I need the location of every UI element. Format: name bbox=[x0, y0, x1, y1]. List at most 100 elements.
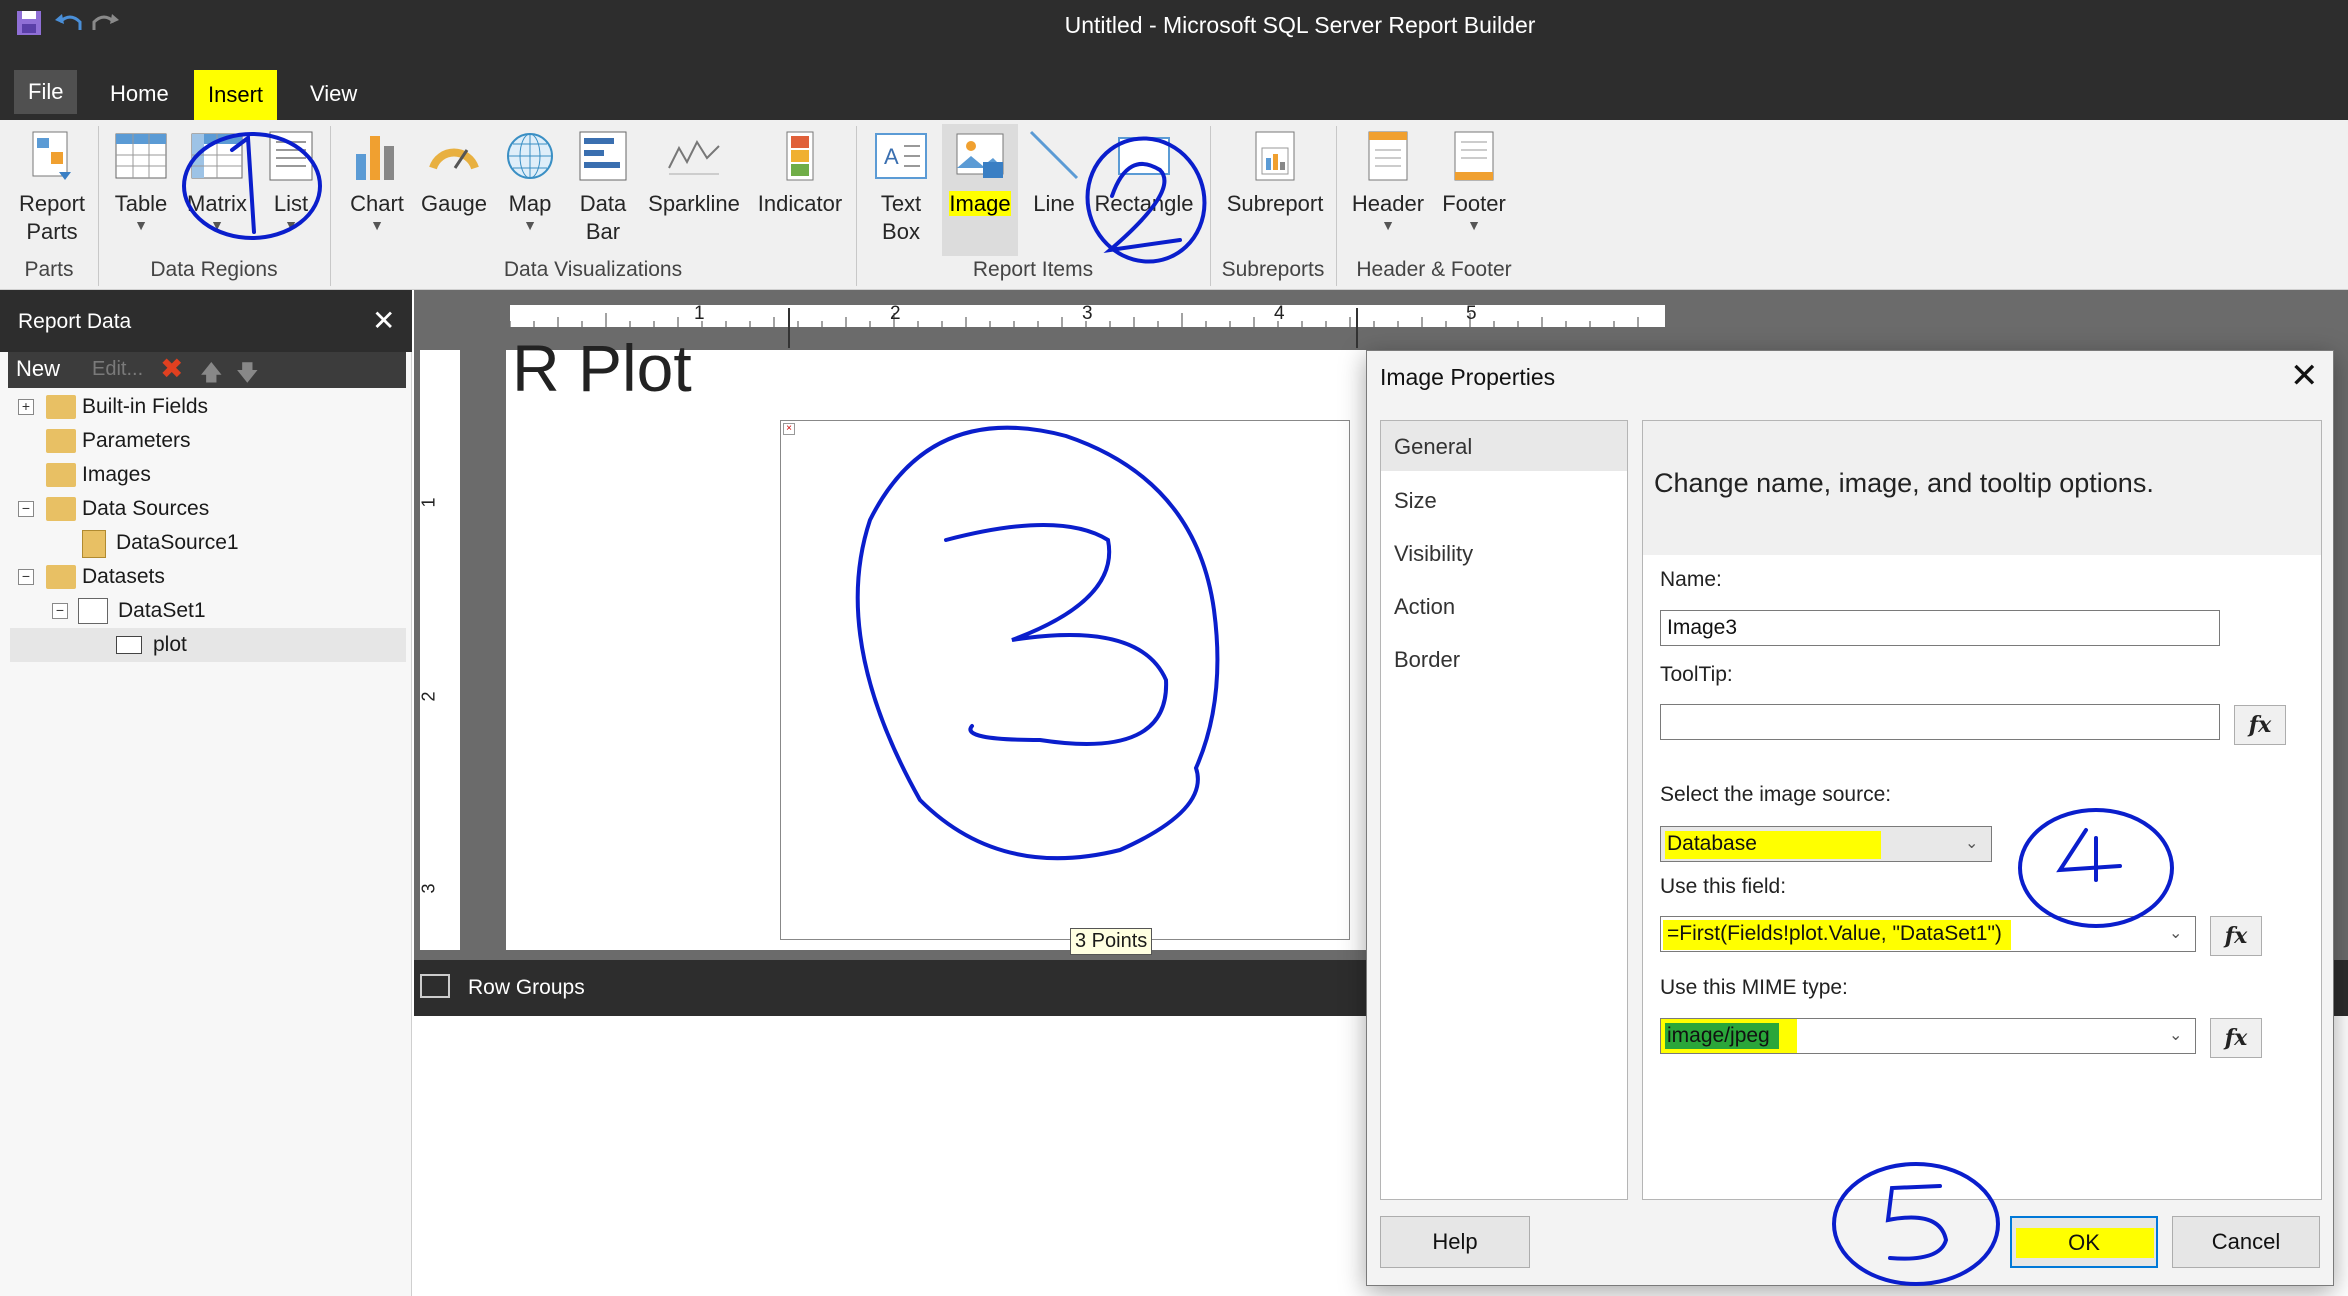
image-placeholder[interactable]: × bbox=[780, 420, 1350, 940]
name-label: Name: bbox=[1660, 568, 1722, 591]
collapse-icon[interactable]: − bbox=[52, 603, 68, 619]
tab-insert[interactable]: Insert bbox=[194, 70, 278, 120]
tab-view[interactable]: View bbox=[296, 72, 371, 116]
ribbon-label: Matrix bbox=[187, 191, 247, 216]
subreport-button[interactable]: Subreport bbox=[1220, 124, 1330, 218]
tab-home[interactable]: Home bbox=[96, 72, 183, 116]
dropdown-caret-icon: ▼ bbox=[523, 217, 537, 233]
data-bar-button[interactable]: Data Bar bbox=[570, 124, 636, 246]
table-icon bbox=[115, 133, 167, 179]
image-source-value: Database bbox=[1667, 832, 1757, 855]
nav-general[interactable]: General bbox=[1394, 434, 1472, 460]
chevron-down-icon: ⌄ bbox=[2169, 925, 2183, 942]
mime-type-value: image/jpeg bbox=[1667, 1024, 1770, 1047]
ruler-marker bbox=[1356, 308, 1358, 348]
dialog-title: Image Properties bbox=[1380, 364, 1556, 390]
edit-button[interactable]: Edit... bbox=[92, 358, 143, 381]
nav-size[interactable]: Size bbox=[1394, 488, 1437, 514]
indicator-button[interactable]: Indicator bbox=[752, 124, 848, 218]
indicator-icon bbox=[786, 131, 814, 181]
move-up-icon[interactable]: 🡅 bbox=[200, 356, 223, 394]
tree-label: Images bbox=[82, 463, 151, 486]
expand-icon[interactable]: + bbox=[18, 399, 34, 415]
mime-type-select[interactable]: image/jpeg ⌄ bbox=[1660, 1018, 2196, 1054]
nav-action[interactable]: Action bbox=[1394, 594, 1455, 620]
collapse-icon[interactable]: − bbox=[18, 569, 34, 585]
use-field-label: Use this field: bbox=[1660, 875, 1787, 898]
ok-button[interactable]: OK bbox=[2010, 1216, 2158, 1268]
ribbon-label: Indicator bbox=[757, 191, 843, 216]
image-icon bbox=[956, 133, 1004, 178]
ribbon-label: Report bbox=[18, 191, 86, 216]
ruler-label: 1 bbox=[418, 497, 439, 508]
tooltip-field[interactable] bbox=[1660, 704, 2220, 740]
close-icon[interactable]: ✕ bbox=[2290, 356, 2319, 396]
list-icon bbox=[269, 131, 313, 181]
line-button[interactable]: Line bbox=[1024, 124, 1084, 218]
delete-icon[interactable]: ✖ bbox=[160, 354, 183, 384]
tree-label: Built-in Fields bbox=[82, 395, 209, 418]
field-expression-button[interactable]: fx bbox=[2210, 916, 2262, 956]
collapse-icon[interactable]: − bbox=[18, 501, 34, 517]
ribbon-label: Image bbox=[949, 191, 1011, 216]
chevron-down-icon: ⌄ bbox=[1965, 835, 1979, 852]
table-button[interactable]: Table ▼ bbox=[106, 124, 176, 232]
chart-button[interactable]: Chart ▼ bbox=[340, 124, 414, 232]
vertical-ruler bbox=[420, 350, 460, 950]
footer-button[interactable]: Footer ▼ bbox=[1432, 124, 1516, 232]
tree-label: Data Sources bbox=[82, 497, 210, 520]
list-button[interactable]: List ▼ bbox=[258, 124, 324, 232]
move-down-icon[interactable]: 🡇 bbox=[236, 356, 259, 394]
dropdown-caret-icon: ▼ bbox=[1467, 217, 1481, 233]
matrix-icon bbox=[191, 133, 243, 179]
report-parts-button[interactable]: Report Parts bbox=[10, 124, 94, 246]
nav-border[interactable]: Border bbox=[1394, 647, 1460, 673]
dialog-nav bbox=[1380, 420, 1628, 1200]
dropdown-caret-icon: ▼ bbox=[370, 217, 384, 233]
rectangle-icon bbox=[1118, 137, 1170, 175]
broken-image-icon: × bbox=[783, 423, 795, 435]
image-button[interactable]: Image bbox=[942, 124, 1018, 256]
group-label: Subreports bbox=[1221, 258, 1325, 281]
help-button[interactable]: Help bbox=[1380, 1216, 1530, 1268]
new-button[interactable]: New bbox=[16, 356, 60, 382]
image-source-select[interactable]: Database ⌄ bbox=[1660, 826, 1992, 862]
text-box-icon: A bbox=[875, 133, 927, 179]
tab-file[interactable]: File bbox=[14, 70, 78, 114]
ruler-label: 5 bbox=[1466, 303, 1477, 324]
tooltip-expression-button[interactable]: fx bbox=[2234, 705, 2286, 745]
mime-expression-button[interactable]: fx bbox=[2210, 1018, 2262, 1058]
cancel-button[interactable]: Cancel bbox=[2172, 1216, 2320, 1268]
ribbon-label: Text bbox=[880, 191, 922, 216]
close-icon[interactable]: ✕ bbox=[372, 304, 395, 337]
header-button[interactable]: Header ▼ bbox=[1346, 124, 1430, 232]
nav-visibility[interactable]: Visibility bbox=[1394, 541, 1473, 567]
rectangle-button[interactable]: Rectangle bbox=[1090, 124, 1198, 218]
group-label: Report Items bbox=[972, 258, 1094, 281]
name-field[interactable]: Image3 bbox=[1660, 610, 2220, 646]
report-title-textbox[interactable]: R Plot bbox=[512, 330, 692, 406]
save-icon[interactable] bbox=[14, 8, 48, 38]
tree-label: Parameters bbox=[82, 429, 191, 452]
text-box-button[interactable]: A Text Box bbox=[866, 124, 936, 246]
ok-label: OK bbox=[2068, 1230, 2100, 1255]
group-label: Data Regions bbox=[150, 258, 278, 281]
field-expression-value: =First(Fields!plot.Value, "DataSet1") bbox=[1667, 922, 2002, 945]
tree-item-plot[interactable]: plot bbox=[10, 628, 406, 662]
matrix-button[interactable]: Matrix ▼ bbox=[182, 124, 252, 232]
sparkline-button[interactable]: Sparkline bbox=[644, 124, 744, 218]
ribbon-label: Map bbox=[508, 191, 552, 216]
open-folder-icon bbox=[46, 565, 76, 589]
gauge-button[interactable]: Gauge bbox=[418, 124, 490, 218]
size-tooltip: 3 Points bbox=[1070, 928, 1153, 955]
ribbon-label: Sparkline bbox=[648, 191, 740, 216]
mime-type-label: Use this MIME type: bbox=[1660, 976, 1848, 999]
undo-icon[interactable] bbox=[52, 8, 86, 38]
image-source-label: Select the image source: bbox=[1660, 783, 1892, 806]
redo-icon[interactable] bbox=[88, 8, 122, 38]
field-expression-select[interactable]: =First(Fields!plot.Value, "DataSet1") ⌄ bbox=[1660, 916, 2196, 952]
group-label: Parts bbox=[24, 258, 74, 281]
map-button[interactable]: Map ▼ bbox=[496, 124, 564, 232]
window-title: Untitled - Microsoft SQL Server Report B… bbox=[1064, 12, 1536, 38]
ribbon-label: List bbox=[273, 191, 309, 216]
